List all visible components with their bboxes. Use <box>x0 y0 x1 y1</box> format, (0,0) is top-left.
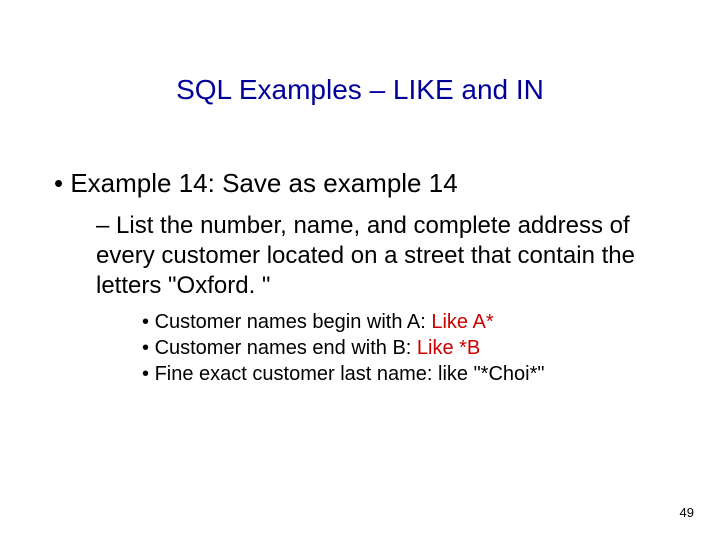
bullet-level1: Example 14: Save as example 14 <box>54 168 666 199</box>
level2-text: List the number, name, and complete addr… <box>96 212 635 299</box>
slide-body: Example 14: Save as example 14 – List th… <box>54 168 666 387</box>
page-number: 49 <box>680 505 694 520</box>
bullet-level3-b: Customer names end with B: Like *B <box>142 335 666 361</box>
slide-title: SQL Examples – LIKE and IN <box>0 74 720 106</box>
dash-prefix: – <box>96 212 116 239</box>
bullet-level3-c: Fine exact customer last name: like "*Ch… <box>142 361 666 387</box>
level3a-text: Customer names begin with A: <box>155 311 432 333</box>
bullet-level3-a: Customer names begin with A: Like A* <box>142 309 666 335</box>
level3b-text: Customer names end with B: <box>155 337 417 359</box>
level3a-red: Like A* <box>431 311 493 333</box>
slide: SQL Examples – LIKE and IN Example 14: S… <box>0 0 720 540</box>
bullet-level2: – List the number, name, and complete ad… <box>96 211 666 301</box>
level3b-red: Like *B <box>417 337 480 359</box>
